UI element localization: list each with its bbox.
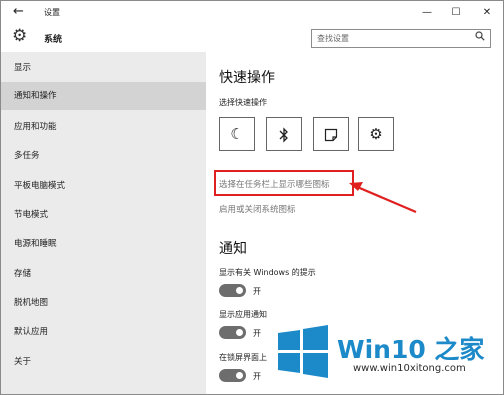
quick-action-bluetooth[interactable] — [266, 117, 302, 151]
windows-tips-state: 开 — [253, 287, 261, 296]
note-icon — [324, 125, 338, 143]
quick-actions-subtitle: 选择快速操作 — [219, 98, 267, 107]
quick-action-settings[interactable]: ⚙ — [358, 117, 394, 151]
setting-lock-screen-label: 在锁屏界面上 — [219, 353, 267, 362]
lock-screen-toggle[interactable] — [219, 369, 246, 382]
settings-window: ← 设置 — ☐ ✕ ⚙ 系统 查找设置 显示 通知和操作 应用和功能 多任务 … — [0, 0, 504, 395]
search-placeholder: 查找设置 — [317, 34, 349, 43]
bluetooth-icon — [279, 125, 289, 143]
quick-actions-heading: 快速操作 — [219, 70, 275, 86]
minimize-button[interactable]: — — [413, 4, 441, 22]
sidebar-item-notifications[interactable]: 通知和操作 — [1, 82, 206, 110]
toggle-knob — [236, 372, 243, 379]
sidebar-item-display[interactable]: 显示 — [1, 54, 206, 82]
lock-screen-state: 开 — [253, 372, 261, 381]
notifications-heading: 通知 — [219, 241, 247, 257]
quick-action-note[interactable] — [313, 117, 349, 151]
sidebar-item-battery-saver[interactable]: 节电模式 — [1, 201, 206, 229]
setting-app-notifications-label: 显示应用通知 — [219, 310, 267, 319]
page-title: 系统 — [44, 35, 63, 45]
watermark-brand: Win10 之家 — [337, 335, 485, 364]
sidebar-item-storage[interactable]: 存储 — [1, 260, 206, 288]
search-input[interactable]: 查找设置 — [311, 29, 491, 48]
annotation-arrow — [349, 182, 417, 214]
link-taskbar-icons[interactable]: 选择在任务栏上显示哪些图标 — [219, 178, 330, 190]
windows-logo-icon — [278, 325, 328, 378]
watermark: Win10 之家 www.win10xitong.com — [271, 316, 503, 394]
sidebar-item-power-sleep[interactable]: 电源和睡眠 — [1, 230, 206, 258]
sidebar-item-about[interactable]: 关于 — [1, 348, 206, 376]
toggle-knob — [236, 287, 243, 294]
gear-icon: ⚙ — [369, 125, 383, 143]
title-bar: ← 设置 — ☐ ✕ — [1, 1, 503, 25]
quick-action-focus[interactable]: ☾ — [219, 117, 255, 151]
sidebar-item-multitasking[interactable]: 多任务 — [1, 142, 206, 170]
app-notifications-state: 开 — [253, 329, 261, 338]
windows-tips-toggle[interactable] — [219, 284, 246, 297]
sidebar-item-default-apps[interactable]: 默认应用 — [1, 318, 206, 346]
app-notifications-toggle[interactable] — [219, 326, 246, 339]
moon-icon: ☾ — [230, 125, 244, 143]
setting-windows-tips-label: 显示有关 Windows 的提示 — [219, 268, 316, 277]
sidebar: 显示 通知和操作 应用和功能 多任务 平板电脑模式 节电模式 电源和睡眠 存储 … — [1, 52, 206, 394]
sidebar-item-tablet-mode[interactable]: 平板电脑模式 — [1, 172, 206, 200]
page-header: ⚙ 系统 查找设置 — [1, 25, 503, 52]
link-system-icons[interactable]: 启用或关闭系统图标 — [219, 203, 296, 215]
watermark-site: www.win10xitong.com — [353, 363, 466, 374]
maximize-button[interactable]: ☐ — [442, 4, 470, 22]
back-button[interactable]: ← — [13, 4, 24, 19]
gear-icon: ⚙ — [12, 26, 28, 46]
close-button[interactable]: ✕ — [473, 4, 501, 22]
sidebar-item-offline-maps[interactable]: 脱机地图 — [1, 289, 206, 317]
search-icon[interactable] — [475, 31, 485, 44]
sidebar-item-apps[interactable]: 应用和功能 — [1, 113, 206, 141]
toggle-knob — [236, 329, 243, 336]
window-title: 设置 — [44, 8, 60, 17]
